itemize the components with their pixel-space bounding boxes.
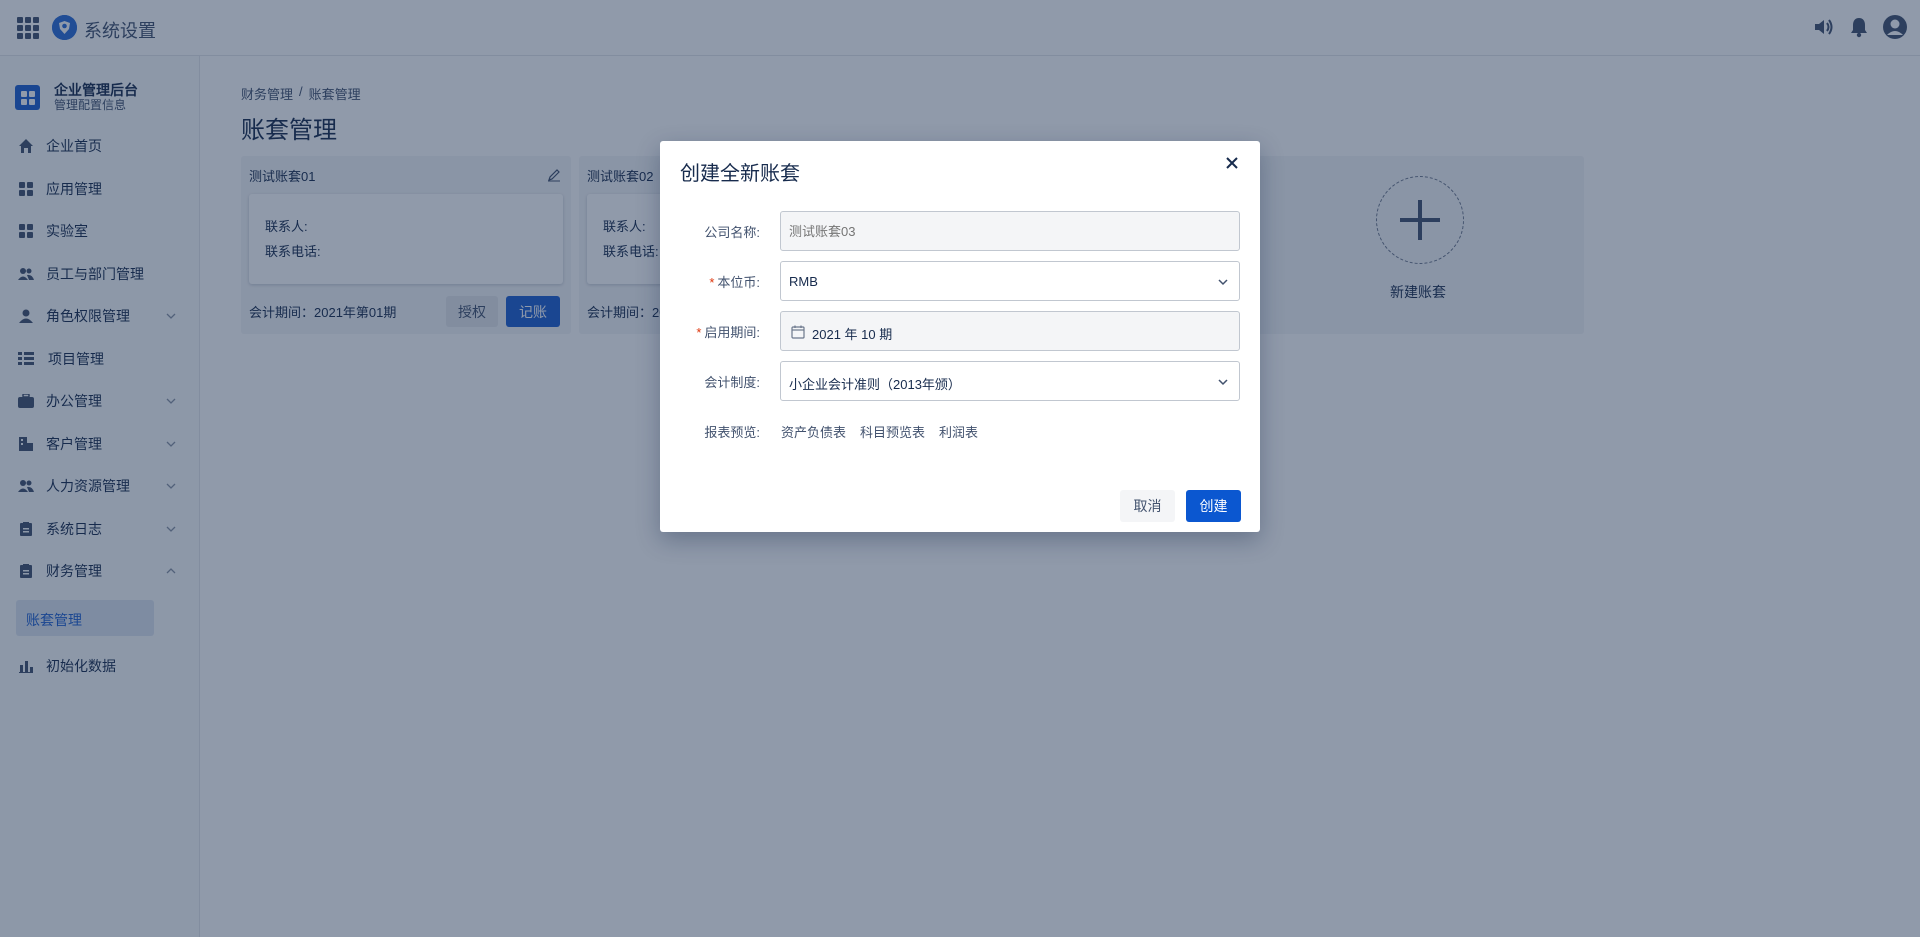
report-preview-row: 报表预览: 资产负债表 科目预览表 利润表 xyxy=(660,411,1260,451)
chevron-down-icon xyxy=(1218,379,1228,386)
chevron-down-icon xyxy=(1218,279,1228,286)
balance-sheet-link[interactable]: 资产负债表 xyxy=(781,422,846,441)
accounting-system-label: 会计制度: xyxy=(704,375,760,390)
accounting-system-row: 会计制度: 小企业会计准则（2013年颁） xyxy=(660,361,1260,401)
create-button[interactable]: 创建 xyxy=(1186,490,1241,522)
company-name-row: 公司名称: xyxy=(660,211,1260,251)
currency-select[interactable]: RMB xyxy=(780,261,1240,301)
start-period-value: 2021 年 10 期 xyxy=(812,327,893,342)
accounting-system-value: 小企业会计准则（2013年颁） xyxy=(789,377,961,392)
income-statement-link[interactable]: 利润表 xyxy=(939,422,978,441)
dialog-title: 创建全新账套 xyxy=(680,163,800,185)
accounting-system-select[interactable]: 小企业会计准则（2013年颁） xyxy=(780,361,1240,401)
start-period-picker[interactable]: 2021 年 10 期 xyxy=(780,311,1240,351)
currency-label: * 本位币: xyxy=(709,275,760,290)
calendar-icon xyxy=(791,325,805,339)
close-icon[interactable] xyxy=(1224,155,1240,171)
report-preview-label: 报表预览: xyxy=(704,425,760,440)
company-name-label: 公司名称: xyxy=(704,225,760,240)
start-period-row: * 启用期间: 2021 年 10 期 xyxy=(660,311,1260,351)
company-name-input[interactable] xyxy=(780,211,1240,251)
account-preview-link[interactable]: 科目预览表 xyxy=(860,422,925,441)
create-ledger-dialog: 创建全新账套 公司名称: *本位币: RMB *启用期间: 2021 年 10 … xyxy=(660,141,1260,532)
currency-row: * 本位币: RMB xyxy=(660,261,1260,301)
cancel-button[interactable]: 取消 xyxy=(1120,490,1175,522)
start-period-label: * 启用期间: xyxy=(696,325,760,340)
currency-value: RMB xyxy=(789,274,818,289)
